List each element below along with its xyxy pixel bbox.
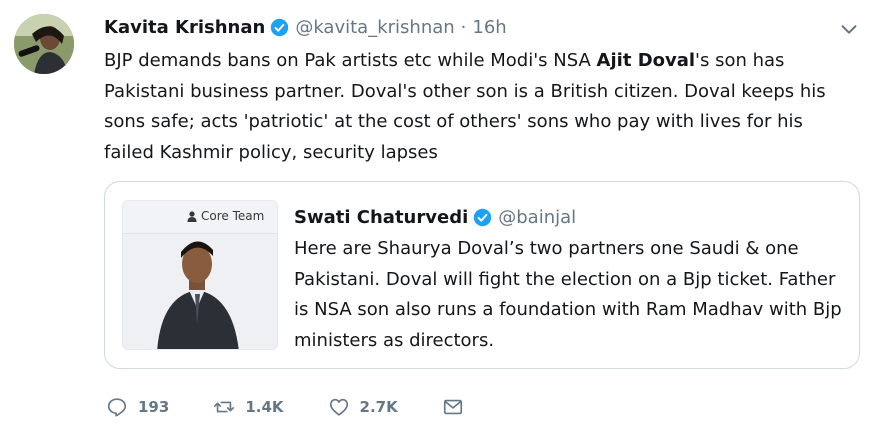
verified-badge-icon bbox=[271, 18, 289, 36]
core-team-label: Core Team bbox=[201, 209, 265, 223]
tweet-text: BJP demands bans on Pak artists etc whil… bbox=[104, 46, 849, 168]
quoted-author-name[interactable]: Swati Chaturvedi bbox=[294, 207, 468, 228]
reply-icon bbox=[107, 398, 127, 417]
verified-badge-icon bbox=[474, 208, 492, 226]
tweet-text-part-1: BJP demands bans on Pak artists etc whil… bbox=[104, 50, 597, 71]
person-photo bbox=[123, 234, 277, 349]
like-button[interactable]: 2.7K bbox=[328, 396, 398, 418]
reply-count: 193 bbox=[138, 398, 170, 416]
author-name[interactable]: Kavita Krishnan bbox=[104, 17, 265, 38]
quoted-author-handle[interactable]: @bainjal bbox=[498, 207, 576, 228]
heart-icon bbox=[329, 398, 348, 416]
avatar-photo bbox=[14, 14, 74, 74]
retweet-icon bbox=[214, 401, 235, 413]
author-handle[interactable]: @kavita_krishnan bbox=[295, 17, 454, 38]
retweet-count: 1.4K bbox=[245, 398, 284, 416]
like-count: 2.7K bbox=[359, 398, 398, 416]
tweet-header: Kavita Krishnan @kavita_krishnan · 16h bbox=[104, 14, 507, 40]
envelope-icon bbox=[443, 399, 462, 415]
reply-button[interactable]: 193 bbox=[106, 396, 169, 418]
core-team-badge: Core Team bbox=[187, 209, 264, 223]
tweet-actions: 193 1.4K 2.7K bbox=[104, 392, 464, 422]
quoted-tweet-header: Swati Chaturvedi @bainjal bbox=[294, 204, 576, 230]
direct-message-button[interactable] bbox=[442, 396, 464, 418]
quoted-tweet-text: Here are Shaurya Doval’s two partners on… bbox=[294, 238, 842, 351]
header-separator: · bbox=[460, 16, 467, 38]
author-avatar[interactable] bbox=[14, 14, 74, 74]
tweet-timestamp[interactable]: 16h bbox=[472, 17, 506, 38]
quoted-tweet-image[interactable]: Core Team bbox=[122, 200, 278, 350]
chevron-down-icon[interactable] bbox=[838, 18, 860, 40]
quoted-tweet[interactable]: Core Team Swati Chaturvedi @bainjal Here… bbox=[104, 181, 860, 369]
tweet-text-mention: Ajit Doval bbox=[596, 50, 696, 71]
user-icon bbox=[187, 210, 197, 222]
retweet-button[interactable]: 1.4K bbox=[213, 396, 284, 418]
